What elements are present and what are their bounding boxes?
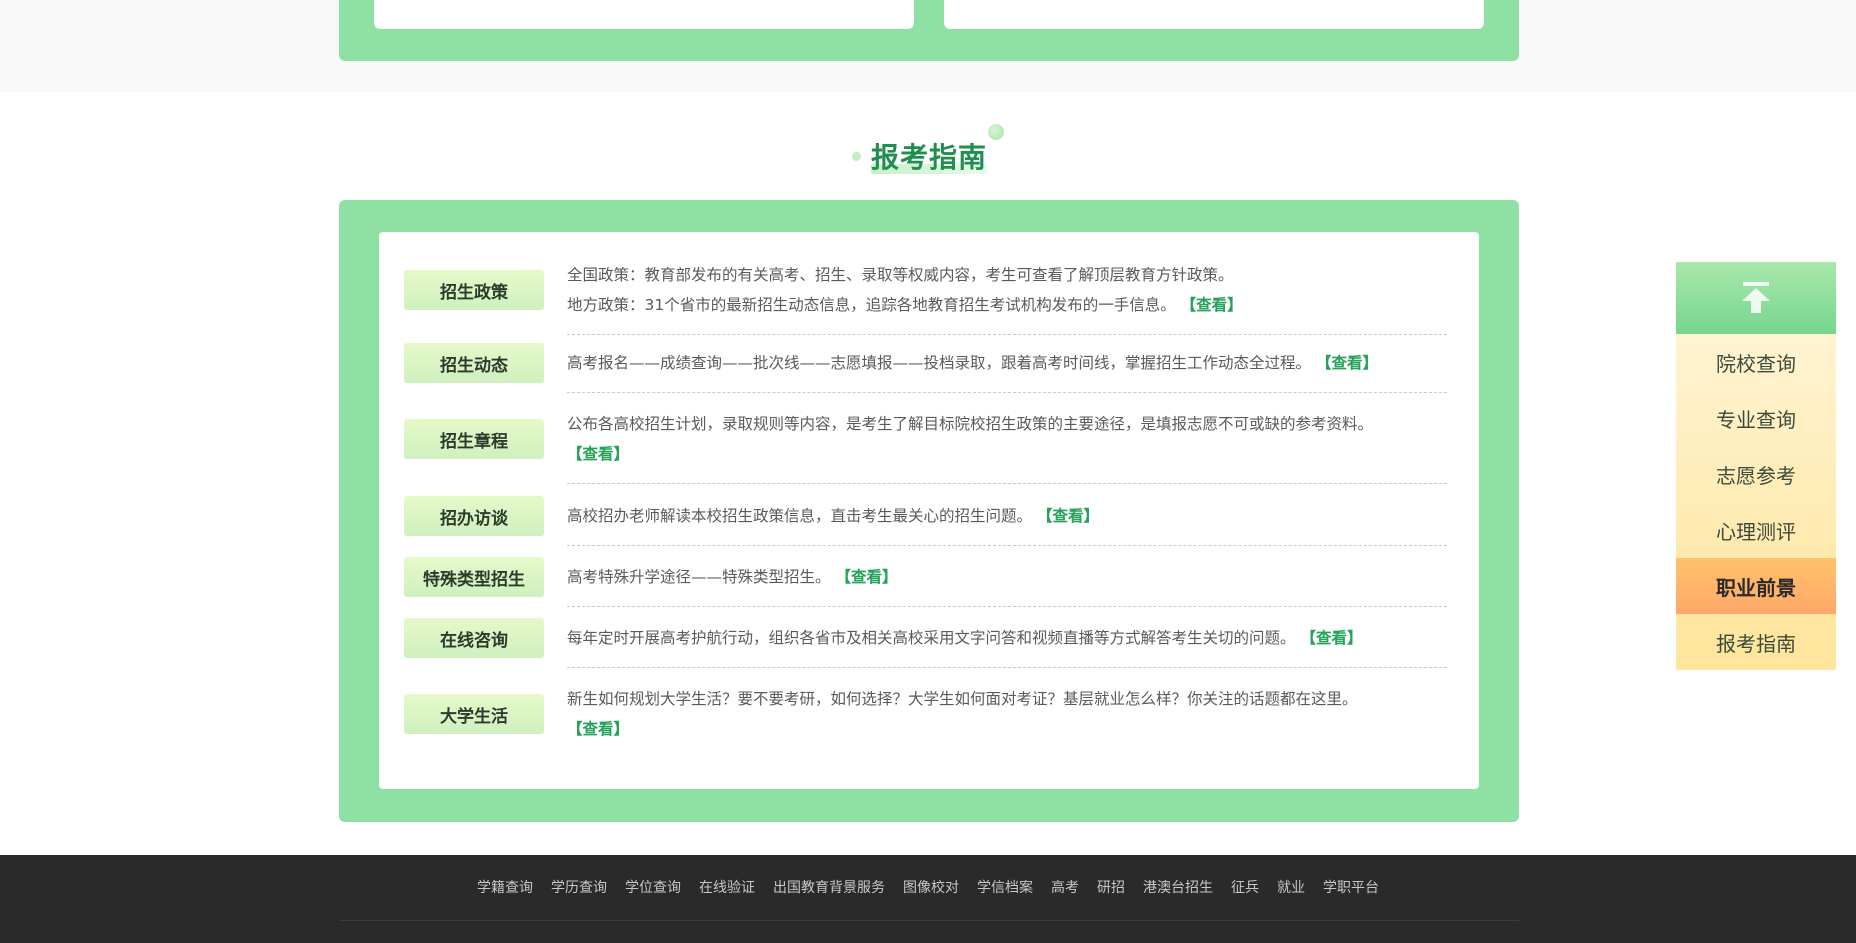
guide-panel: 招生政策 全国政策：教育部发布的有关高考、招生、录取等权威内容，考生可查看了解顶层… xyxy=(339,200,1519,822)
guide-description: 每年定时开展高考护航行动，组织各省市及相关高校采用文字问答和视频直播等方式解答考… xyxy=(567,623,1447,653)
guide-list: 招生政策 全国政策：教育部发布的有关高考、招生、录取等权威内容，考生可查看了解顶层… xyxy=(379,232,1479,789)
previous-card-left xyxy=(374,0,914,29)
guide-label-online-consult[interactable]: 在线咨询 xyxy=(404,618,544,658)
guide-row-charter: 招生章程 公布各高校招生计划，录取规则等内容，是考生了解目标院校招生政策的主要途径… xyxy=(379,409,1479,469)
side-nav-item-volunteer-reference[interactable]: 志愿参考 xyxy=(1676,446,1836,502)
guide-description-text: 高校招办老师解读本校招生政策信息，直击考生最关心的招生问题。 xyxy=(567,507,1033,525)
guide-row-news: 招生动态 高考报名——成绩查询——批次线——志愿填报——投档录取，跟着高考时间线，… xyxy=(379,343,1479,383)
guide-description: 公布各高校招生计划，录取规则等内容，是考生了解目标院校招生政策的主要途径，是填报… xyxy=(567,409,1447,469)
guide-row-special-admission: 特殊类型招生 高考特殊升学途径——特殊类型招生。 【查看】 xyxy=(379,557,1479,597)
guide-description-line: 高考特殊升学途径——特殊类型招生。 【查看】 xyxy=(567,562,1447,592)
previous-section-panel xyxy=(339,0,1519,61)
row-divider xyxy=(567,545,1447,546)
view-link[interactable]: 【查看】 xyxy=(1181,296,1243,314)
decorative-dot xyxy=(988,124,1004,140)
guide-description-line: 高校招办老师解读本校招生政策信息，直击考生最关心的招生问题。 【查看】 xyxy=(567,501,1447,531)
guide-description-line: 新生如何规划大学生活？要不要考研，如何选择？大学生如何面对考证？基层就业怎么样？… xyxy=(567,684,1447,714)
guide-description-text: 地方政策：31个省市的最新招生动态信息，追踪各地教育招生考试机构发布的一手信息。 xyxy=(567,296,1176,314)
side-nav-item-exam-guide[interactable]: 报考指南 xyxy=(1676,614,1836,670)
previous-card-right xyxy=(944,0,1484,29)
side-nav-item-school-query[interactable]: 院校查询 xyxy=(1676,334,1836,390)
footer-link[interactable]: 港澳台招生 xyxy=(1143,877,1213,897)
arrow-up-icon xyxy=(1742,282,1770,313)
guide-description: 新生如何规划大学生活？要不要考研，如何选择？大学生如何面对考证？基层就业怎么样？… xyxy=(567,684,1447,744)
side-nav-item-psych-test[interactable]: 心理测评 xyxy=(1676,502,1836,558)
view-link[interactable]: 【查看】 xyxy=(835,568,897,586)
guide-description: 高校招办老师解读本校招生政策信息，直击考生最关心的招生问题。 【查看】 xyxy=(567,501,1447,531)
guide-label-special-admission[interactable]: 特殊类型招生 xyxy=(404,557,544,597)
view-link[interactable]: 【查看】 xyxy=(1037,507,1099,525)
guide-label-policy[interactable]: 招生政策 xyxy=(404,270,544,310)
guide-label-college-life[interactable]: 大学生活 xyxy=(404,694,544,734)
side-nav-items: 院校查询 专业查询 志愿参考 心理测评 职业前景 报考指南 xyxy=(1676,334,1836,670)
side-nav: 院校查询 专业查询 志愿参考 心理测评 职业前景 报考指南 xyxy=(1676,262,1836,670)
guide-description-text: 高考报名——成绩查询——批次线——志愿填报——投档录取，跟着高考时间线，掌握招生… xyxy=(567,354,1312,372)
footer: 学籍查询 学历查询 学位查询 在线验证 出国教育背景服务 图像校对 学信档案 高考 研招 港澳台招… xyxy=(0,855,1856,943)
guide-description-line: 地方政策：31个省市的最新招生动态信息，追踪各地教育招生考试机构发布的一手信息。… xyxy=(567,290,1447,320)
row-divider xyxy=(567,334,1447,335)
side-nav-item-career-prospect[interactable]: 职业前景 xyxy=(1676,558,1836,614)
side-nav-item-major-query[interactable]: 专业查询 xyxy=(1676,390,1836,446)
guide-description-text: 全国政策：教育部发布的有关高考、招生、录取等权威内容，考生可查看了解顶层教育方针… xyxy=(567,266,1234,284)
section-title: 报考指南 xyxy=(871,141,988,174)
previous-section xyxy=(0,0,1856,92)
footer-link[interactable]: 学信档案 xyxy=(977,877,1033,897)
guide-description-text: 高考特殊升学途径——特殊类型招生。 xyxy=(567,568,831,586)
footer-link[interactable]: 学历查询 xyxy=(551,877,607,897)
footer-link[interactable]: 征兵 xyxy=(1231,877,1259,897)
guide-description-text: 每年定时开展高考护航行动，组织各省市及相关高校采用文字问答和视频直播等方式解答考… xyxy=(567,629,1296,647)
guide-description-line: 【查看】 xyxy=(567,439,1447,469)
guide-description-line: 公布各高校招生计划，录取规则等内容，是考生了解目标院校招生政策的主要途径，是填报… xyxy=(567,409,1447,439)
guide-label-interview[interactable]: 招办访谈 xyxy=(404,496,544,536)
row-divider xyxy=(567,606,1447,607)
footer-link[interactable]: 研招 xyxy=(1097,877,1125,897)
guide-description-line: 【查看】 xyxy=(567,714,1447,744)
guide-label-charter[interactable]: 招生章程 xyxy=(404,419,544,459)
guide-row-college-life: 大学生活 新生如何规划大学生活？要不要考研，如何选择？大学生如何面对考证？基层就业… xyxy=(379,684,1479,744)
decorative-dot-small xyxy=(852,152,861,161)
footer-link[interactable]: 在线验证 xyxy=(699,877,755,897)
guide-row-policy: 招生政策 全国政策：教育部发布的有关高考、招生、录取等权威内容，考生可查看了解顶层… xyxy=(379,260,1479,320)
footer-link[interactable]: 学籍查询 xyxy=(477,877,533,897)
guide-description: 高考特殊升学途径——特殊类型招生。 【查看】 xyxy=(567,562,1447,592)
footer-link[interactable]: 图像校对 xyxy=(903,877,959,897)
footer-link[interactable]: 学职平台 xyxy=(1323,877,1379,897)
guide-row-online-consult: 在线咨询 每年定时开展高考护航行动，组织各省市及相关高校采用文字问答和视频直播等方… xyxy=(379,618,1479,658)
view-link[interactable]: 【查看】 xyxy=(1316,354,1378,372)
view-link[interactable]: 【查看】 xyxy=(567,720,629,738)
footer-link[interactable]: 就业 xyxy=(1277,877,1305,897)
guide-description-line: 全国政策：教育部发布的有关高考、招生、录取等权威内容，考生可查看了解顶层教育方针… xyxy=(567,260,1447,290)
row-divider xyxy=(567,667,1447,668)
guide-description-line: 高考报名——成绩查询——批次线——志愿填报——投档录取，跟着高考时间线，掌握招生… xyxy=(567,348,1447,378)
footer-divider xyxy=(339,920,1519,921)
section-header: 报考指南 xyxy=(848,118,1008,180)
guide-description-text: 公布各高校招生计划，录取规则等内容，是考生了解目标院校招生政策的主要途径，是填报… xyxy=(567,415,1374,433)
footer-links: 学籍查询 学历查询 学位查询 在线验证 出国教育背景服务 图像校对 学信档案 高考 研招 港澳台招… xyxy=(0,877,1856,897)
view-link[interactable]: 【查看】 xyxy=(1300,629,1362,647)
footer-link[interactable]: 学位查询 xyxy=(625,877,681,897)
view-link[interactable]: 【查看】 xyxy=(567,445,629,463)
back-to-top-button[interactable] xyxy=(1676,262,1836,334)
row-divider xyxy=(567,392,1447,393)
guide-label-news[interactable]: 招生动态 xyxy=(404,343,544,383)
row-divider xyxy=(567,483,1447,484)
guide-description: 全国政策：教育部发布的有关高考、招生、录取等权威内容，考生可查看了解顶层教育方针… xyxy=(567,260,1447,320)
guide-description-text: 新生如何规划大学生活？要不要考研，如何选择？大学生如何面对考证？基层就业怎么样？… xyxy=(567,690,1358,708)
footer-link[interactable]: 高考 xyxy=(1051,877,1079,897)
footer-link[interactable]: 出国教育背景服务 xyxy=(773,877,885,897)
guide-row-interview: 招办访谈 高校招办老师解读本校招生政策信息，直击考生最关心的招生问题。 【查看】 xyxy=(379,496,1479,536)
guide-description-line: 每年定时开展高考护航行动，组织各省市及相关高校采用文字问答和视频直播等方式解答考… xyxy=(567,623,1447,653)
guide-description: 高考报名——成绩查询——批次线——志愿填报——投档录取，跟着高考时间线，掌握招生… xyxy=(567,348,1447,378)
